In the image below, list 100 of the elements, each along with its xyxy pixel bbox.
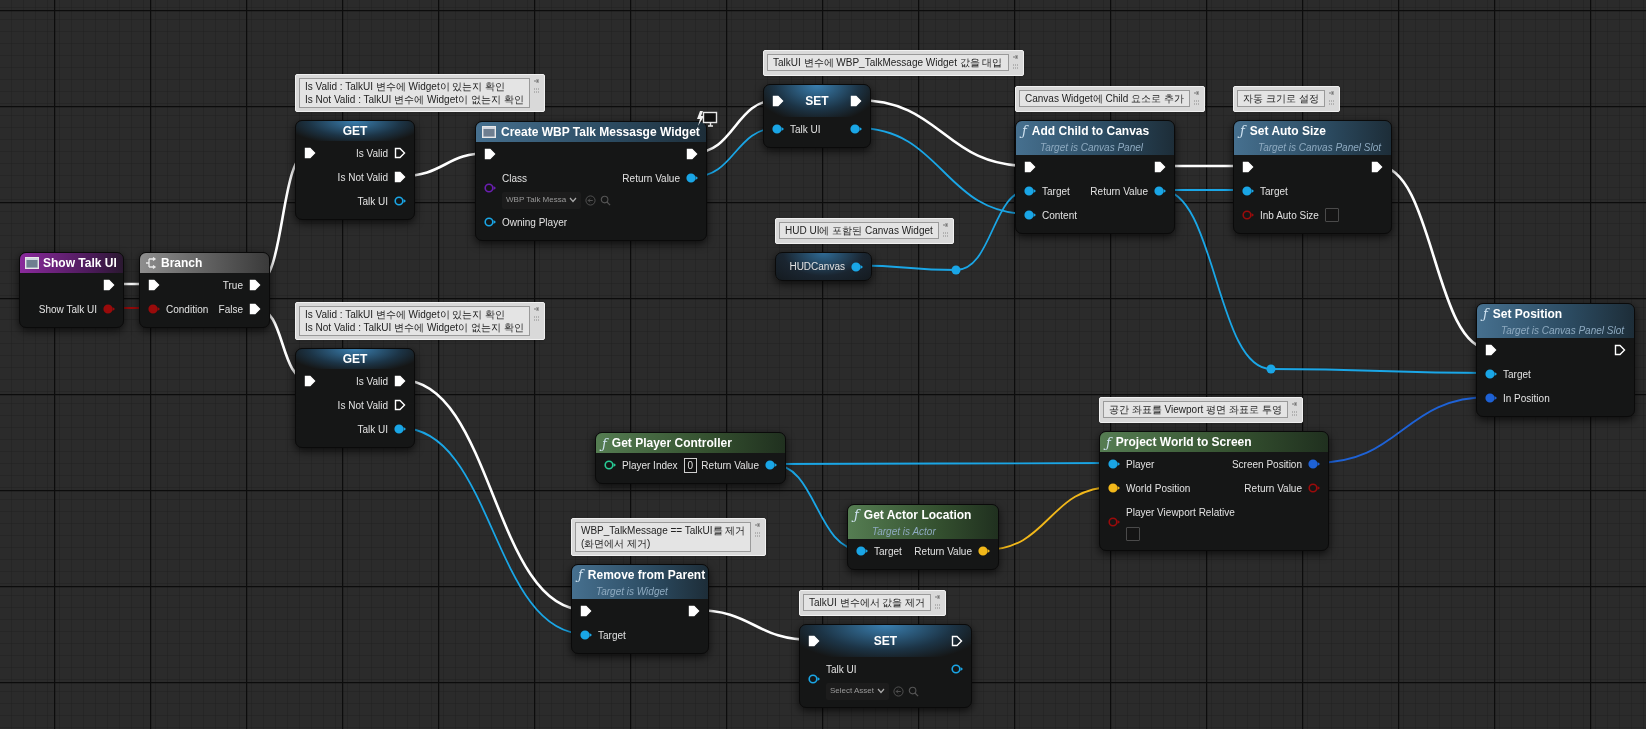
- asset-dropdown[interactable]: WBP Talk Messa: [502, 191, 582, 209]
- data-pin[interactable]: [856, 545, 868, 557]
- data-pin[interactable]: [978, 545, 990, 557]
- pin-label: Talk UI: [357, 194, 388, 209]
- exec-pin[interactable]: [304, 147, 316, 159]
- node-subtitle: Target is Canvas Panel Slot: [1257, 140, 1383, 155]
- exec-pin[interactable]: [772, 95, 784, 107]
- data-pin[interactable]: [484, 216, 496, 228]
- exec-pin[interactable]: [1154, 161, 1166, 173]
- data-pin[interactable]: [808, 673, 820, 685]
- data-pin[interactable]: [1108, 482, 1120, 494]
- checkbox[interactable]: [1126, 527, 1140, 541]
- number-field[interactable]: 0: [683, 457, 698, 473]
- data-pin[interactable]: [1242, 185, 1254, 197]
- exec-pin[interactable]: [394, 399, 406, 411]
- exec-pin[interactable]: [394, 171, 406, 183]
- blueprint-node[interactable]: ƒ Add Child to Canvas Target is Canvas Panel Target Return Value Content: [1015, 120, 1175, 234]
- pin-label: Return Value: [701, 458, 759, 473]
- comment-text: Is Valid : TalkUI 변수에 Widget이 있는지 확인 Is Not Valid : TalkUI 변수에 Widget이 없는지 확인: [299, 78, 530, 108]
- data-pin[interactable]: [580, 629, 592, 641]
- exec-pin[interactable]: [148, 279, 160, 291]
- data-pin[interactable]: [604, 459, 616, 471]
- node-title: Set Auto Size: [1249, 122, 1327, 140]
- blueprint-node[interactable]: Create WBP Talk Messasge Widget Class WBP Talk Messa Return Value Owning Player: [475, 121, 707, 241]
- data-pin[interactable]: [772, 123, 784, 135]
- exec-pin[interactable]: [103, 279, 115, 291]
- exec-pin[interactable]: [249, 303, 261, 315]
- blueprint-node[interactable]: ƒ Project World to Screen Player Screen Position World Position Return Value Player Viewport Relative: [1099, 431, 1329, 551]
- data-pin[interactable]: [951, 663, 963, 675]
- node-title: Branch: [161, 255, 203, 272]
- exec-pin[interactable]: [1024, 161, 1036, 173]
- checkbox[interactable]: [1324, 208, 1339, 222]
- exec-pin[interactable]: [580, 605, 592, 617]
- data-pin[interactable]: [765, 459, 777, 471]
- exec-pin[interactable]: [394, 375, 406, 387]
- blueprint-node[interactable]: Branch True Condition False: [139, 252, 270, 328]
- node-title: Get Player Controller: [611, 435, 732, 452]
- data-pin[interactable]: [1024, 185, 1036, 197]
- data-pin[interactable]: [394, 195, 406, 207]
- exec-pin[interactable]: [249, 279, 261, 291]
- asset-dropdown[interactable]: Select Asset: [826, 682, 890, 700]
- node-title: GET: [342, 123, 368, 140]
- exec-pin[interactable]: [1371, 161, 1383, 173]
- blueprint-node[interactable]: ƒ Get Actor Location Target is Actor Target Return Value: [847, 504, 999, 570]
- data-pin[interactable]: [850, 123, 862, 135]
- blueprint-node[interactable]: SET Talk UI: [763, 84, 871, 148]
- node-subtitle: Target is Actor: [871, 524, 937, 539]
- exec-pin[interactable]: [394, 147, 406, 159]
- node-subtitle: Target is Canvas Panel: [1039, 140, 1145, 155]
- node-subtitle: Target is Canvas Panel Slot: [1500, 323, 1626, 338]
- blueprint-node[interactable]: ƒ Set Auto Size Target is Canvas Panel Slot Target Inb Auto Size: [1233, 120, 1392, 234]
- pin-label: Talk UI: [357, 422, 388, 437]
- exec-pin[interactable]: [1242, 161, 1254, 173]
- data-pin[interactable]: [1154, 185, 1166, 197]
- data-pin[interactable]: [1024, 209, 1036, 221]
- node-title: Get Actor Location: [863, 506, 972, 524]
- exec-pin[interactable]: [951, 635, 963, 647]
- pin-label: Player: [1126, 457, 1155, 472]
- data-pin[interactable]: [1485, 368, 1497, 380]
- blueprint-node[interactable]: ƒ Set Position Target is Canvas Panel Slot Target In Position: [1476, 303, 1635, 417]
- blueprint-node[interactable]: SET Talk UI Select Asset: [799, 624, 972, 708]
- exec-pin[interactable]: [1485, 344, 1497, 356]
- chevron-down-icon: [569, 197, 578, 203]
- exec-pin[interactable]: [1614, 344, 1626, 356]
- exec-pin[interactable]: [688, 605, 700, 617]
- blueprint-node[interactable]: HUDCanvas: [775, 252, 872, 281]
- comment-text: WBP_TalkMessage == TalkUI를 제거 (화면에서 제거): [575, 522, 752, 552]
- exec-pin[interactable]: [808, 635, 820, 647]
- node-title: Show Talk UI: [43, 255, 117, 272]
- pin-label: Target: [1260, 184, 1288, 199]
- node-subtitle: Target is Widget: [595, 584, 669, 599]
- comment-text: 자동 크기로 설정: [1237, 90, 1325, 107]
- pin-label: Is Not Valid: [337, 170, 388, 185]
- exec-pin[interactable]: [850, 95, 862, 107]
- blueprint-node[interactable]: ƒ Get Player Controller Player Index 0 Return Value: [595, 432, 786, 484]
- data-pin[interactable]: [1108, 458, 1120, 470]
- pin-label: Target: [598, 628, 626, 643]
- blueprint-node[interactable]: GET Is Valid Is Not Valid Talk UI: [295, 348, 415, 448]
- pin-label: Screen Position: [1231, 457, 1302, 472]
- node-title: SET: [873, 633, 898, 650]
- exec-pin[interactable]: [484, 148, 496, 160]
- pin-label: Is Valid: [355, 146, 388, 161]
- pin-label: Target: [1503, 367, 1531, 382]
- data-pin[interactable]: [686, 172, 698, 184]
- blueprint-node[interactable]: GET Is Valid Is Not Valid Talk UI: [295, 120, 415, 220]
- comment-text: Is Valid : TalkUI 변수에 Widget이 있는지 확인 Is Not Valid : TalkUI 변수에 Widget이 없는지 확인: [299, 306, 530, 336]
- exec-pin[interactable]: [304, 375, 316, 387]
- exec-pin[interactable]: [686, 148, 698, 160]
- blueprint-node[interactable]: Show Talk UI Show Talk UI: [19, 252, 124, 328]
- data-pin[interactable]: [394, 423, 406, 435]
- pin-label: Return Value: [1244, 481, 1302, 496]
- node-title: Create WBP Talk Messasge Widget: [501, 124, 700, 141]
- pin-label: Return Value: [914, 544, 972, 559]
- node-title: Remove from Parent: [587, 566, 706, 584]
- window-icon: [25, 257, 39, 269]
- pin-label: Player Index: [622, 458, 678, 473]
- comment-text: TalkUI 변수에서 값을 제거: [803, 594, 932, 611]
- node-title: Project World to Screen: [1115, 434, 1252, 451]
- data-pin[interactable]: [851, 260, 863, 273]
- blueprint-node[interactable]: ƒ Remove from Parent Target is Widget Target: [571, 564, 709, 654]
